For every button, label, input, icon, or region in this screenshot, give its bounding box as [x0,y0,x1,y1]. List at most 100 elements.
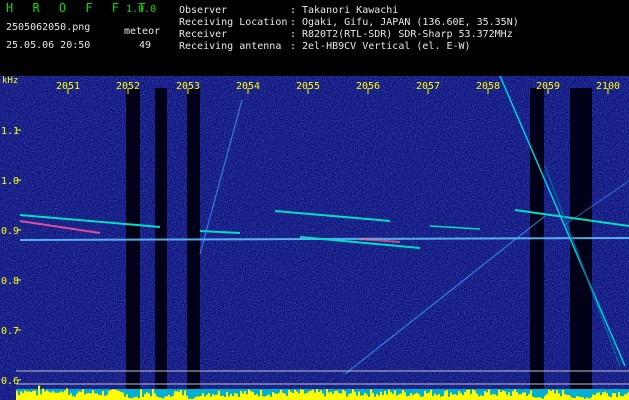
level-bar [50,392,52,400]
level-bar [216,394,218,400]
level-bar [604,391,606,400]
level-bar [450,392,452,400]
level-bar [488,389,490,400]
level-bar [98,394,100,400]
level-bar [452,394,454,400]
level-bar [314,392,316,400]
level-bar [382,395,384,400]
level-bar [606,393,608,400]
level-bar [468,389,470,400]
level-bar [518,394,520,400]
level-bar [230,393,232,400]
level-bar [370,389,372,400]
level-bar [196,396,198,400]
level-bar [410,393,412,400]
level-bar [358,391,360,400]
level-bar [366,394,368,400]
level-bar [240,390,242,400]
level-bar [146,392,148,400]
level-bar [566,395,568,400]
level-bar [48,391,50,400]
header-panel: H R O F F T 1.0.0 2505062050.png meteor … [0,0,629,76]
level-bar [392,393,394,400]
level-bar [88,393,90,400]
level-bar [592,394,594,400]
level-bar [428,392,430,400]
level-bar [570,396,572,400]
level-bar [262,396,264,400]
level-bar [508,392,510,400]
info-colon: : [290,29,297,40]
level-bar [360,395,362,400]
level-bar [512,391,514,400]
level-bar [578,396,580,400]
level-bar [28,391,30,400]
level-bar [284,393,286,400]
level-bar [186,395,188,400]
level-bar [304,393,306,400]
level-bar [524,392,526,400]
level-bar [54,392,56,400]
level-bar [278,392,280,400]
level-bar [338,392,340,400]
level-bar [322,393,324,400]
level-bar [164,396,166,400]
level-bar [300,389,302,400]
level-bar [552,389,554,400]
level-bar [320,390,322,400]
info-value-location: Ogaki, Gifu, JAPAN (136.60E, 35.35N) [302,17,519,28]
level-bar [336,390,338,400]
y-axis-unit: kHz [2,76,18,86]
level-bar [140,389,142,400]
level-bar [362,395,364,400]
x-tick-label: 2055 [296,81,320,92]
level-bar [182,395,184,400]
level-bar [506,394,508,400]
level-bar [404,392,406,400]
level-bar [296,391,298,400]
level-bar [502,390,504,400]
timestamp: 25.05.06 20:50 [6,40,91,51]
spectrogram-plot: 2051 2052 2053 2054 2055 2056 2057 2058 2059 2100… [0,76,629,400]
level-bar [500,392,502,400]
level-bar [576,396,578,400]
level-bar [144,394,146,400]
level-bar [454,394,456,400]
level-bar [80,391,82,400]
level-bar [408,395,410,400]
level-bar [350,393,352,400]
level-bar [446,390,448,400]
level-bar [356,395,358,400]
dark-band [155,88,167,400]
level-bar [72,396,74,400]
level-bar [482,395,484,400]
level-bar [226,392,228,400]
level-bar [34,390,36,400]
level-bar [550,390,552,400]
level-bar [246,394,248,400]
level-bar [472,389,474,400]
level-bar [104,395,106,400]
level-bar [548,389,550,400]
meteor-count: 49 [139,40,152,51]
level-bar [234,393,236,400]
info-colon: : [290,17,297,28]
level-bar [42,388,44,400]
level-bar [86,393,88,400]
level-bar [458,391,460,400]
level-bar [236,393,238,400]
level-bar [60,391,62,400]
level-bar [108,390,110,400]
info-label-observer: Observer [179,5,228,16]
level-bar [528,393,530,400]
info-value-antenna: 2el-HB9CV Vertical (el. E-W) [302,41,471,52]
level-bar [598,392,600,400]
level-bar [176,391,178,400]
level-bar [276,393,278,400]
level-bar [198,396,200,400]
level-bar [70,393,72,400]
level-bar [430,389,432,400]
level-bar [22,392,24,400]
level-bar [432,396,434,400]
level-bar [148,393,150,400]
